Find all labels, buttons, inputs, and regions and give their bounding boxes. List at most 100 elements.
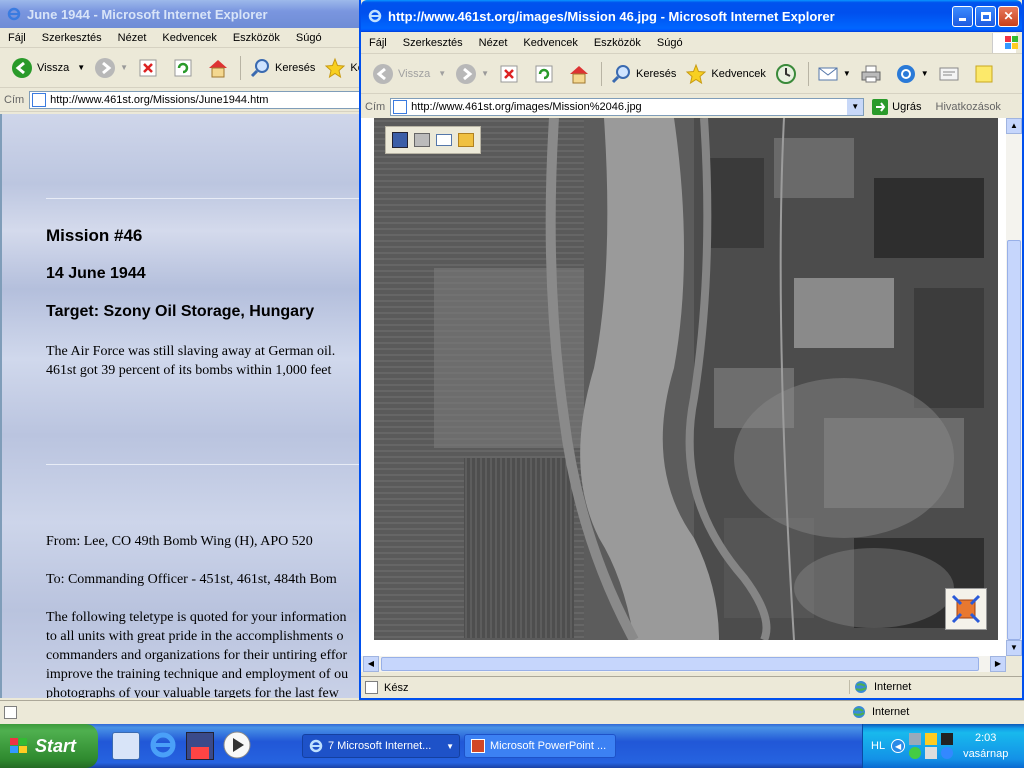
chevron-down-icon[interactable]: ▼ xyxy=(120,63,128,72)
network-icon[interactable] xyxy=(909,733,922,745)
start-button[interactable]: Start xyxy=(0,724,98,768)
vertical-scrollbar[interactable]: ▲ ▼ xyxy=(1006,118,1022,656)
chevron-down-icon[interactable]: ▼ xyxy=(843,69,851,78)
edit-button[interactable] xyxy=(933,59,968,89)
expand-image-button[interactable] xyxy=(945,588,987,630)
chevron-down-icon[interactable]: ▼ xyxy=(438,69,446,78)
save-icon[interactable] xyxy=(392,132,408,148)
front-address-bar: Cím http://www.461st.org/images/Mission%… xyxy=(361,94,1022,120)
messenger-button[interactable]: ▼ xyxy=(890,59,933,89)
clock-day: vasárnap xyxy=(963,748,1009,760)
search-button[interactable]: Keresés xyxy=(244,53,319,83)
h-scroll-thumb[interactable] xyxy=(381,657,979,671)
menu-file[interactable]: Fájl xyxy=(361,37,395,49)
maximize-button[interactable] xyxy=(975,5,996,27)
history-icon xyxy=(774,62,798,86)
close-button[interactable]: ✕ xyxy=(998,5,1019,27)
menu-help[interactable]: Súgó xyxy=(649,37,691,49)
forward-button[interactable]: ▼ xyxy=(89,53,132,83)
print-button[interactable] xyxy=(855,59,890,89)
links-label[interactable]: Hivatkozások xyxy=(936,101,1001,113)
refresh-button[interactable] xyxy=(167,53,202,83)
desktop-icon[interactable] xyxy=(112,732,140,760)
page-icon xyxy=(4,706,17,719)
target-heading: Target: Szony Oil Storage, Hungary xyxy=(46,303,315,320)
menu-favorites[interactable]: Kedvencek xyxy=(515,37,585,49)
page-icon xyxy=(393,99,408,114)
warning-icon[interactable] xyxy=(925,733,938,745)
menu-view[interactable]: Nézet xyxy=(110,32,155,44)
front-statusbar: Kész Internet xyxy=(361,676,1022,698)
chevron-down-icon[interactable]: ▼ xyxy=(77,63,85,72)
scroll-right-button[interactable]: ▶ xyxy=(990,656,1006,672)
folder-icon[interactable] xyxy=(458,133,474,147)
horizontal-scrollbar[interactable]: ◀ ▶ xyxy=(361,656,1006,672)
scroll-thumb[interactable] xyxy=(1007,240,1021,640)
messenger-icon[interactable] xyxy=(941,747,954,759)
mail-icon[interactable] xyxy=(436,134,452,146)
home-button[interactable] xyxy=(202,53,237,83)
divider xyxy=(46,198,360,199)
menu-favorites[interactable]: Kedvencek xyxy=(154,32,224,44)
update-icon[interactable] xyxy=(909,747,922,759)
scroll-down-button[interactable]: ▼ xyxy=(1006,640,1022,656)
mail-button[interactable]: ▼ xyxy=(812,59,855,89)
back-button[interactable]: Vissza ▼ xyxy=(367,59,450,89)
go-button[interactable]: Ugrás xyxy=(872,98,922,115)
image-window[interactable]: http://www.461st.org/images/Mission 46.j… xyxy=(359,0,1024,700)
back-button[interactable]: Vissza ▼ xyxy=(6,53,89,83)
menu-tools[interactable]: Eszközök xyxy=(225,32,288,44)
volume-icon[interactable] xyxy=(925,747,938,759)
chevron-down-icon[interactable]: ▼ xyxy=(481,69,489,78)
ie-icon[interactable] xyxy=(148,730,178,763)
task-powerpoint[interactable]: Microsoft PowerPoint ... xyxy=(464,734,616,758)
menu-tools[interactable]: Eszközök xyxy=(586,37,649,49)
history-button[interactable] xyxy=(770,59,805,89)
minimize-button[interactable] xyxy=(952,5,973,27)
search-button[interactable]: Keresés xyxy=(605,59,680,89)
media-player-icon[interactable] xyxy=(222,730,252,763)
chevron-down-icon[interactable]: ▼ xyxy=(921,69,929,78)
task-ie[interactable]: 7 Microsoft Internet... ▼ xyxy=(302,734,460,758)
language-indicator[interactable]: HL xyxy=(871,740,885,752)
menu-view[interactable]: Nézet xyxy=(471,37,516,49)
stop-button[interactable] xyxy=(493,59,528,89)
notes-button[interactable] xyxy=(968,59,1003,89)
status-zone-label: Internet xyxy=(872,706,910,718)
floppy-icon[interactable] xyxy=(186,732,214,760)
aerial-photo xyxy=(374,118,998,640)
forward-arrow-icon xyxy=(93,56,117,80)
stop-button[interactable] xyxy=(132,53,167,83)
search-label: Keresés xyxy=(636,67,677,80)
tray-icons xyxy=(909,733,955,759)
refresh-button[interactable] xyxy=(528,59,563,89)
stop-icon xyxy=(497,62,521,86)
address-dropdown-button[interactable]: ▼ xyxy=(847,98,864,115)
clock-time: 2:03 xyxy=(974,732,997,744)
page-icon xyxy=(32,92,47,107)
menu-edit[interactable]: Szerkesztés xyxy=(34,32,110,44)
scroll-up-button[interactable]: ▲ xyxy=(1006,118,1022,134)
menu-file[interactable]: Fájl xyxy=(0,32,34,44)
favorites-button[interactable]: Kedvencek xyxy=(680,59,769,89)
print-icon[interactable] xyxy=(414,133,430,147)
home-button[interactable] xyxy=(563,59,598,89)
globe-icon xyxy=(853,706,865,718)
forward-button[interactable]: ▼ xyxy=(450,59,493,89)
image-window-titlebar[interactable]: http://www.461st.org/images/Mission 46.j… xyxy=(361,0,1022,32)
scroll-left-button[interactable]: ◀ xyxy=(363,656,379,672)
clock[interactable]: 2:03 vasárnap xyxy=(963,730,1008,762)
status-zone-label: Internet xyxy=(874,681,912,693)
address-label: Cím xyxy=(4,93,25,106)
address-input[interactable]: http://www.461st.org/images/Mission%2046… xyxy=(390,97,865,116)
toolbar-separator xyxy=(240,55,242,80)
para2-line: to all units with great pride in the acc… xyxy=(46,629,344,644)
close-icon: ✕ xyxy=(1003,9,1014,23)
menu-help[interactable]: Súgó xyxy=(288,32,330,44)
image-window-title: http://www.461st.org/images/Mission 46.j… xyxy=(388,8,835,24)
chevron-left-icon[interactable]: ◀ xyxy=(891,739,906,753)
stop-icon xyxy=(136,56,160,80)
app-icon[interactable] xyxy=(941,733,954,745)
favorites-label: Kedvencek xyxy=(711,67,766,80)
menu-edit[interactable]: Szerkesztés xyxy=(395,37,471,49)
